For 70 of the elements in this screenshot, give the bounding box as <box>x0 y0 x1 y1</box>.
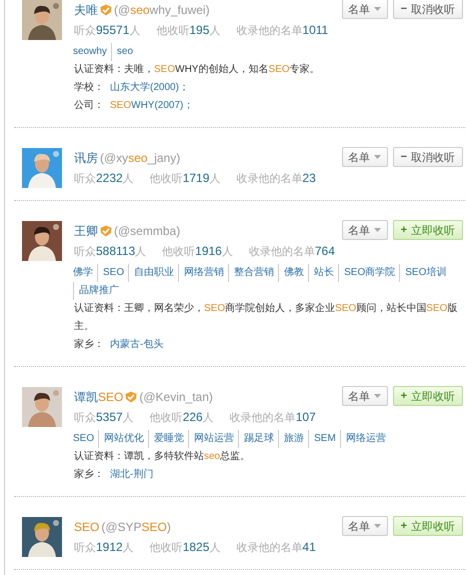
info-link[interactable]: 湖北-荆门 <box>110 466 154 484</box>
tag-link[interactable]: SEO培训 <box>399 264 452 282</box>
stat-text: 收录他的名单41 <box>236 540 316 554</box>
stat-text: 他收听1825人 <box>150 540 220 554</box>
info-link[interactable]: 内蒙古-包头 <box>110 336 164 354</box>
stat-text: 他收听195人 <box>156 22 220 38</box>
stat-text: 听众588113人 <box>74 244 146 258</box>
tag-link[interactable]: 佛教 <box>278 264 310 282</box>
tag-link[interactable]: seo <box>110 43 138 61</box>
unfollow-button[interactable]: − 取消收听 <box>392 147 463 167</box>
bio-text: 认证资料：王卿，网名荣少，SEO商学院创始人，多家企业SEO顾问，站长中国SEO版主。 <box>74 302 458 334</box>
info-link[interactable]: 山东大学(2000)； <box>110 79 189 97</box>
caret-icon <box>374 524 382 528</box>
tag-link[interactable]: 网络营销 <box>178 264 230 282</box>
list-dropdown-button[interactable]: 名单 <box>342 516 388 536</box>
bio-text: 认证资料：夫唯，SEOWHY的创始人，知名SEO专家。 <box>74 62 321 77</box>
stat-text: 听众95571人 <box>74 22 140 38</box>
caret-icon <box>374 7 382 11</box>
stat-text: 收录他的名单107 <box>230 410 316 424</box>
user-name[interactable]: 讯房 <box>74 150 98 166</box>
tag-link[interactable]: 爱睡觉 <box>148 430 190 448</box>
stat-text: 收录他的名单23 <box>236 170 316 186</box>
caret-icon <box>374 228 382 232</box>
tag-link[interactable]: SEO <box>73 430 100 448</box>
stat-text: 听众2232人 <box>74 170 134 186</box>
follow-button[interactable]: + 立即收听 <box>392 220 463 240</box>
tag-link[interactable]: 站长 <box>308 264 340 282</box>
stat-text: 收录他的名单1011 <box>236 22 328 38</box>
user-handle: (@semmba) <box>114 224 180 238</box>
tag-link[interactable]: 整合营销 <box>228 264 280 282</box>
info-label: 公司： <box>74 99 104 113</box>
user-name[interactable]: 王卿 <box>74 222 98 240</box>
unfollow-button[interactable]: − 取消收听 <box>392 0 463 19</box>
tag-link[interactable]: 自由职业 <box>128 264 180 282</box>
caret-icon <box>374 394 382 398</box>
tag-link[interactable]: 踢足球 <box>238 430 280 448</box>
list-dropdown-button[interactable]: 名单 <box>342 386 388 406</box>
list-dropdown-button[interactable]: 名单 <box>342 220 388 240</box>
user-handle: (@xyseo_jany) <box>100 151 180 165</box>
tag-link[interactable]: 品牌推广 <box>73 282 124 300</box>
bio-text: 认证资料：谭凯，多特软件站seo总监。 <box>74 450 252 464</box>
user-name[interactable]: 夫唯 <box>74 2 98 18</box>
info-link[interactable]: SEOWHY(2007)； <box>110 97 194 115</box>
tag-link[interactable]: SEO商学院 <box>338 264 400 282</box>
stat-text: 他收听1719人 <box>150 170 220 186</box>
stat-text: 听众5357人 <box>74 410 134 424</box>
user-name[interactable]: 谭凯SEO <box>74 388 124 406</box>
tag-link[interactable]: 网站运营 <box>188 430 240 448</box>
caret-icon <box>374 155 382 159</box>
tag-link[interactable]: SEO <box>97 264 130 282</box>
list-dropdown-button[interactable]: 名单 <box>342 147 388 167</box>
list-dropdown-button[interactable]: 名单 <box>342 0 388 19</box>
user-handle: (@seowhy_fuwei) <box>114 3 210 17</box>
tag-link[interactable]: 网络运营 <box>340 430 391 448</box>
info-label: 家乡： <box>74 338 104 352</box>
follow-button[interactable]: + 立即收听 <box>392 516 463 536</box>
stat-text: 他收听1916人 <box>162 244 233 258</box>
stat-text: 他收听226人 <box>150 410 214 424</box>
info-label: 家乡： <box>74 468 104 482</box>
tag-link[interactable]: SEM <box>308 430 341 448</box>
user-handle: (@Kevin_tan) <box>139 390 213 404</box>
stat-text: 听众1912人 <box>74 540 134 554</box>
tag-link[interactable]: 佛学 <box>73 264 98 282</box>
tag-link[interactable]: 网站优化 <box>98 430 150 448</box>
tag-link[interactable]: 旅游 <box>278 430 310 448</box>
info-label: 学校： <box>74 80 104 95</box>
tag-link[interactable]: seowhy <box>73 43 112 61</box>
user-handle: (@SYPSEO) <box>101 520 171 534</box>
stat-text: 收录他的名单764 <box>248 244 335 258</box>
follow-button[interactable]: + 立即收听 <box>392 386 463 406</box>
